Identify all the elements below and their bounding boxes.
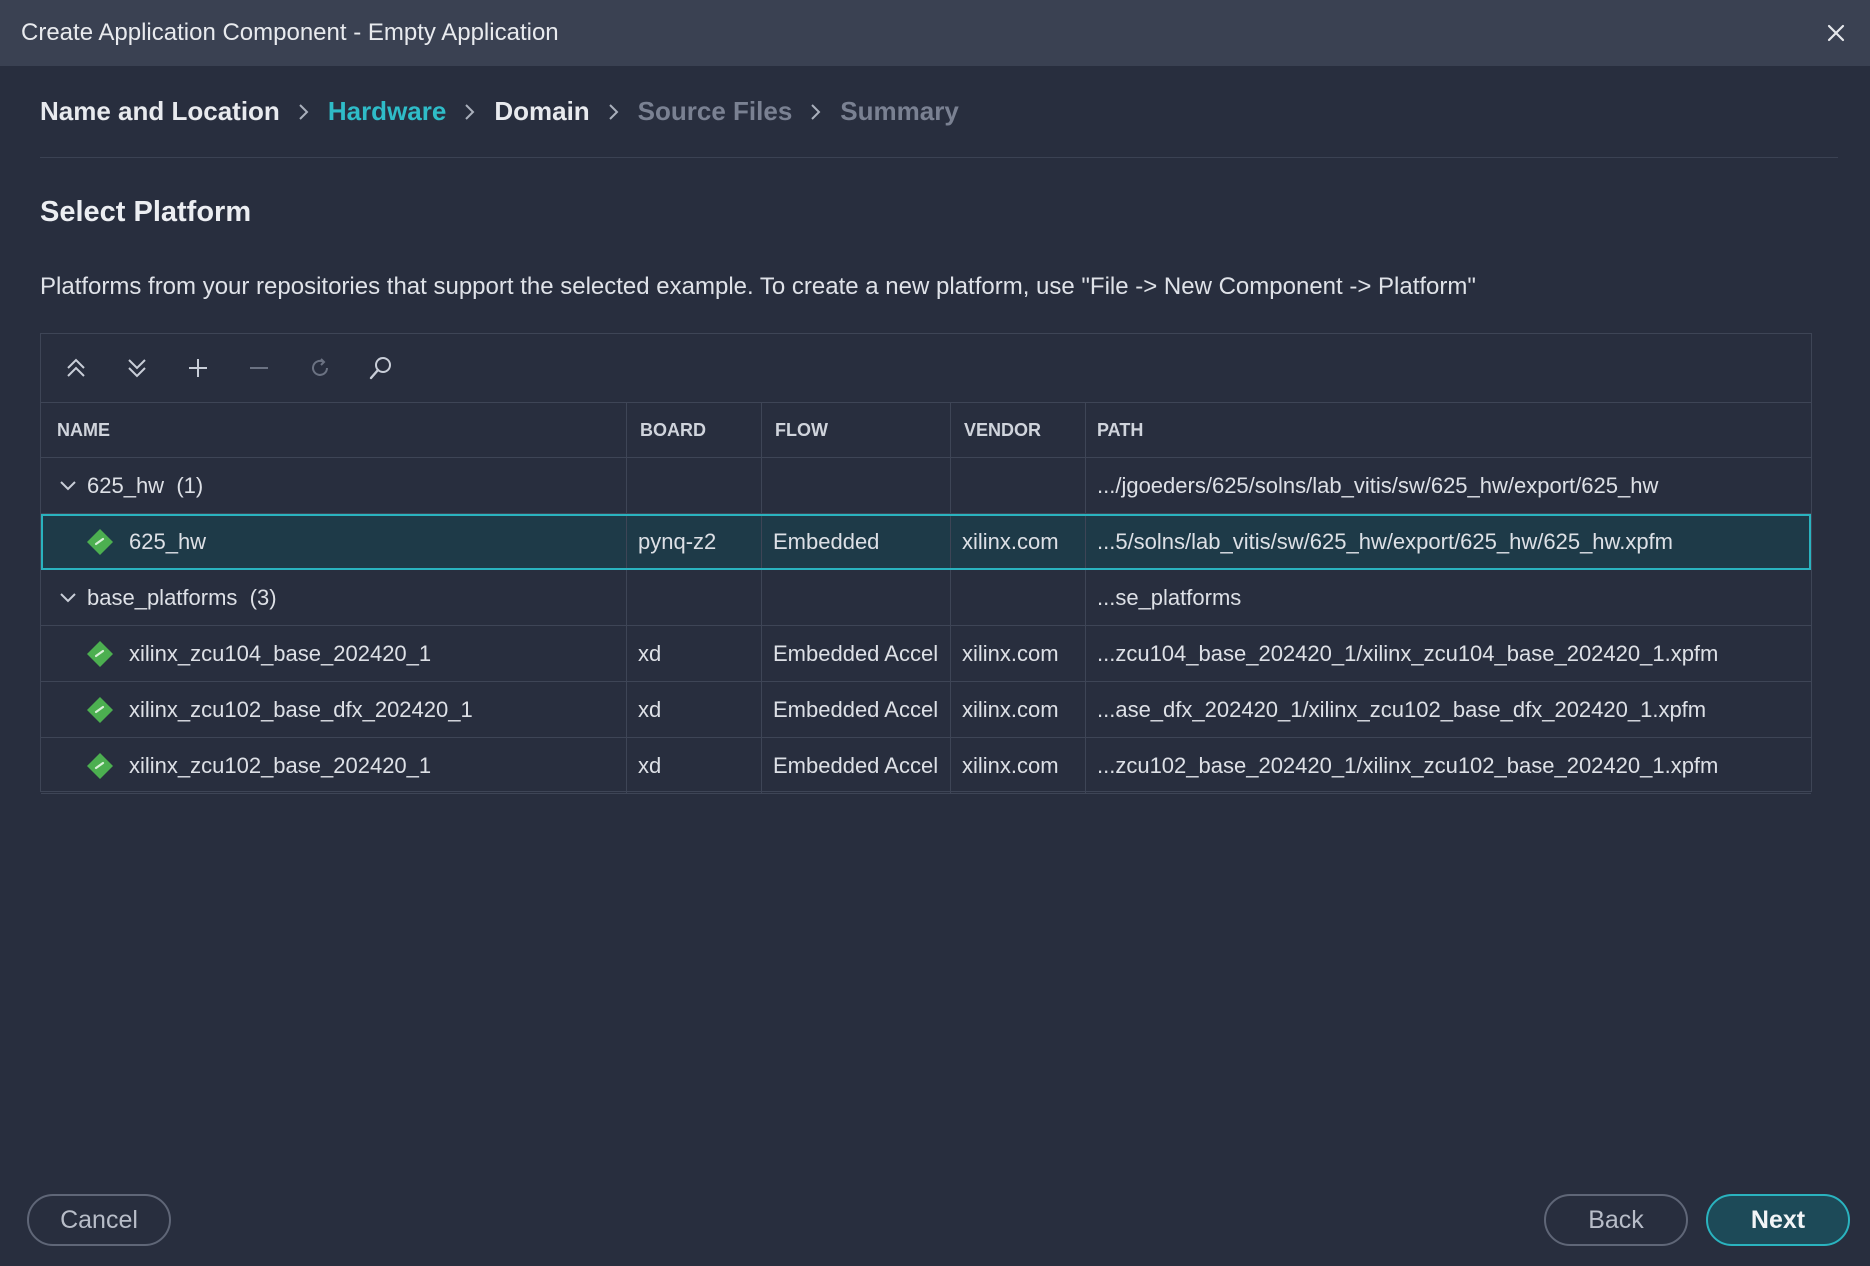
- group-vendor-cell: [951, 458, 1086, 513]
- expand-all-icon[interactable]: [114, 345, 160, 391]
- chevron-right-icon: [446, 102, 494, 122]
- column-header-name[interactable]: NAME: [41, 403, 627, 457]
- add-icon[interactable]: [175, 345, 221, 391]
- table-group-row[interactable]: 625_hw (1) .../jgoeders/625/solns/lab_vi…: [41, 458, 1811, 514]
- group-path-cell: ...se_platforms: [1097, 584, 1242, 610]
- chevron-right-icon: [792, 102, 840, 122]
- vendor-cell: xilinx.com: [951, 626, 1086, 681]
- group-board-cell: [627, 570, 762, 625]
- platform-table: NAME BOARD FLOW VENDOR PATH 625_hw (1) .…: [41, 403, 1811, 794]
- table-row[interactable]: 625_hw pynq-z2 Embedded xilinx.com ...5/…: [41, 514, 1811, 570]
- divider: [40, 157, 1838, 158]
- table-group-row[interactable]: base_platforms (3) ...se_platforms: [41, 570, 1811, 626]
- group-vendor-cell: [951, 570, 1086, 625]
- title-bar: Create Application Component - Empty App…: [0, 0, 1870, 66]
- flow-cell: Embedded: [762, 514, 951, 569]
- table-row[interactable]: xilinx_zcu104_base_202420_1 xd Embedded …: [41, 626, 1811, 682]
- column-header-flow[interactable]: FLOW: [762, 403, 951, 457]
- flow-cell: Embedded Accel: [762, 682, 951, 737]
- refresh-icon[interactable]: [297, 345, 343, 391]
- column-header-path[interactable]: PATH: [1086, 403, 1811, 457]
- dialog-title: Create Application Component - Empty App…: [21, 19, 559, 46]
- group-name-cell: base_platforms (3): [41, 570, 627, 625]
- chevron-down-icon[interactable]: [57, 475, 79, 497]
- board-cell: xd: [627, 738, 762, 793]
- breadcrumb-domain[interactable]: Domain: [494, 96, 589, 127]
- platform-name: xilinx_zcu102_base_dfx_202420_1: [129, 696, 473, 722]
- board-cell: xd: [627, 682, 762, 737]
- platform-icon: [85, 639, 115, 669]
- table-header-row: NAME BOARD FLOW VENDOR PATH: [41, 403, 1811, 458]
- platform-icon: [85, 527, 115, 557]
- platform-name: 625_hw: [129, 528, 207, 554]
- group-name-cell: 625_hw (1): [41, 458, 627, 513]
- platform-name: xilinx_zcu102_base_202420_1: [129, 752, 432, 778]
- group-flow-cell: [762, 570, 951, 625]
- group-flow-cell: [762, 458, 951, 513]
- vendor-cell: xilinx.com: [951, 682, 1086, 737]
- path-cell: ...ase_dfx_202420_1/xilinx_zcu102_base_d…: [1097, 696, 1707, 722]
- platform-icon: [85, 751, 115, 781]
- breadcrumb-source-files: Source Files: [637, 96, 793, 126]
- path-cell: ...5/solns/lab_vitis/sw/625_hw/export/62…: [1097, 528, 1673, 554]
- board-cell: pynq-z2: [627, 514, 762, 569]
- flow-cell: Embedded Accel: [762, 626, 951, 681]
- platform-name-cell: xilinx_zcu104_base_202420_1: [41, 626, 627, 681]
- remove-icon[interactable]: [236, 345, 282, 391]
- collapse-all-icon[interactable]: [53, 345, 99, 391]
- group-name: base_platforms: [87, 584, 238, 610]
- close-icon[interactable]: [1820, 17, 1852, 49]
- chevron-right-icon: [280, 102, 328, 122]
- column-header-vendor[interactable]: VENDOR: [951, 403, 1086, 457]
- platform-name: xilinx_zcu104_base_202420_1: [129, 640, 432, 666]
- chevron-down-icon[interactable]: [57, 587, 79, 609]
- platform-name-cell: xilinx_zcu102_base_202420_1: [41, 738, 627, 793]
- flow-cell: Embedded Accel: [762, 738, 951, 793]
- create-application-dialog: Create Application Component - Empty App…: [0, 0, 1870, 1266]
- table-toolbar: [41, 334, 1811, 403]
- group-board-cell: [627, 458, 762, 513]
- group-count: (1): [176, 472, 204, 498]
- vendor-cell: xilinx.com: [951, 738, 1086, 793]
- table-row[interactable]: xilinx_zcu102_base_202420_1 xd Embedded …: [41, 738, 1811, 794]
- path-cell: ...zcu104_base_202420_1/xilinx_zcu104_ba…: [1097, 640, 1719, 666]
- breadcrumb-hardware[interactable]: Hardware: [328, 96, 447, 127]
- group-path-cell: .../jgoeders/625/solns/lab_vitis/sw/625_…: [1097, 472, 1659, 498]
- back-button[interactable]: Back: [1544, 1194, 1688, 1246]
- breadcrumb-name-and-location[interactable]: Name and Location: [40, 96, 280, 127]
- breadcrumb: Name and Location Hardware Domain Source…: [40, 96, 959, 127]
- search-icon[interactable]: [358, 345, 404, 391]
- table-row[interactable]: xilinx_zcu102_base_dfx_202420_1 xd Embed…: [41, 682, 1811, 738]
- breadcrumb-summary: Summary: [840, 96, 959, 126]
- platform-icon: [85, 695, 115, 725]
- vendor-cell: xilinx.com: [951, 514, 1086, 569]
- board-cell: xd: [627, 626, 762, 681]
- chevron-right-icon: [590, 102, 638, 122]
- column-header-board[interactable]: BOARD: [627, 403, 762, 457]
- platform-name-cell: 625_hw: [41, 514, 627, 569]
- section-title: Select Platform: [40, 196, 252, 228]
- cancel-button[interactable]: Cancel: [27, 1194, 171, 1246]
- group-name: 625_hw: [87, 472, 165, 498]
- next-button[interactable]: Next: [1706, 1194, 1850, 1246]
- path-cell: ...zcu102_base_202420_1/xilinx_zcu102_ba…: [1097, 752, 1719, 778]
- platform-table-panel: NAME BOARD FLOW VENDOR PATH 625_hw (1) .…: [40, 333, 1812, 794]
- platform-name-cell: xilinx_zcu102_base_dfx_202420_1: [41, 682, 627, 737]
- section-description: Platforms from your repositories that su…: [40, 273, 1476, 300]
- group-count: (3): [249, 584, 277, 610]
